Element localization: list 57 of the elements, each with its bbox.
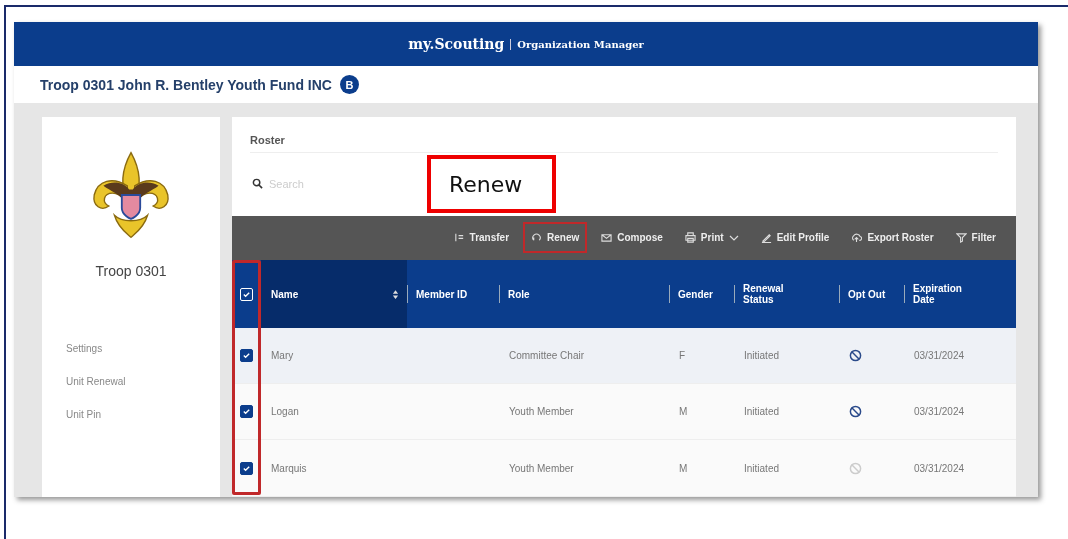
organization-title: Troop 0301 John R. Bentley Youth Fund INC bbox=[40, 76, 332, 93]
roster-title: Roster bbox=[249, 133, 286, 146]
sidebar-item[interactable]: Unit Renewal bbox=[66, 376, 220, 387]
table-cell: Youth Member bbox=[509, 406, 574, 417]
checkmark-icon bbox=[242, 463, 251, 473]
row-checkbox[interactable] bbox=[240, 405, 253, 418]
checkmark-icon bbox=[242, 407, 251, 416]
column-header[interactable]: Expiration Date bbox=[913, 283, 973, 305]
table-cell: Initiated bbox=[744, 406, 780, 417]
table-cell: Marquis bbox=[271, 462, 307, 474]
toolbar-button[interactable]: Renew bbox=[523, 222, 588, 254]
checkmark-icon bbox=[242, 351, 251, 360]
table-cell: Logan bbox=[271, 406, 299, 417]
sort-icon[interactable] bbox=[392, 288, 399, 300]
brand-name: my.Scouting bbox=[408, 36, 505, 52]
toolbar-button[interactable]: Edit Profile bbox=[752, 222, 838, 254]
table-cell: 03/31/2024 bbox=[914, 462, 965, 474]
filter-icon bbox=[955, 232, 967, 244]
table-cell: Initiated bbox=[744, 350, 780, 361]
column-header[interactable]: Name bbox=[271, 288, 299, 300]
column-header[interactable]: Renewal Status bbox=[743, 283, 803, 305]
transfer-icon bbox=[453, 232, 465, 244]
callout-label: Renew bbox=[427, 155, 556, 213]
toolbar-button[interactable]: Transfer bbox=[445, 222, 518, 254]
column-header[interactable]: Gender bbox=[678, 288, 713, 300]
select-all-checkbox[interactable] bbox=[240, 287, 253, 301]
opt-out-icon[interactable] bbox=[849, 349, 862, 362]
product-name: Organization Manager bbox=[517, 38, 644, 50]
toolbar-button[interactable]: Export Roster bbox=[843, 222, 942, 254]
row-checkbox[interactable] bbox=[240, 349, 253, 362]
table-cell: M bbox=[679, 462, 688, 474]
toolbar-button[interactable]: Filter bbox=[947, 222, 1004, 254]
pencil-icon bbox=[760, 232, 772, 244]
org-badge: B bbox=[339, 75, 359, 94]
table-cell: Youth Member bbox=[509, 462, 574, 474]
toolbar-button[interactable]: Compose bbox=[593, 222, 671, 254]
opt-out-icon[interactable] bbox=[849, 405, 862, 418]
table-cell: 03/31/2024 bbox=[914, 350, 965, 361]
column-header[interactable]: Member ID bbox=[416, 288, 468, 300]
column-header[interactable]: Opt Out bbox=[848, 288, 886, 300]
table-cell: M bbox=[679, 406, 688, 417]
sidebar-item[interactable]: Unit Pin bbox=[66, 409, 220, 420]
table-cell: F bbox=[679, 350, 686, 361]
checkmark-icon bbox=[242, 289, 251, 299]
cloud-upload-icon bbox=[851, 232, 863, 244]
search-icon bbox=[252, 178, 263, 190]
envelope-icon bbox=[601, 232, 613, 244]
table-cell: 03/31/2024 bbox=[914, 406, 965, 417]
table-cell: Initiated bbox=[744, 462, 780, 474]
column-header[interactable]: Role bbox=[508, 288, 530, 300]
printer-icon bbox=[684, 232, 696, 244]
row-checkbox[interactable] bbox=[240, 461, 253, 475]
table-cell: Mary bbox=[271, 350, 294, 361]
toolbar-button[interactable]: Print bbox=[676, 222, 747, 254]
table-cell: Committee Chair bbox=[509, 350, 585, 361]
unit-name: Troop 0301 bbox=[95, 263, 167, 279]
sidebar-item[interactable]: Settings bbox=[66, 343, 220, 354]
